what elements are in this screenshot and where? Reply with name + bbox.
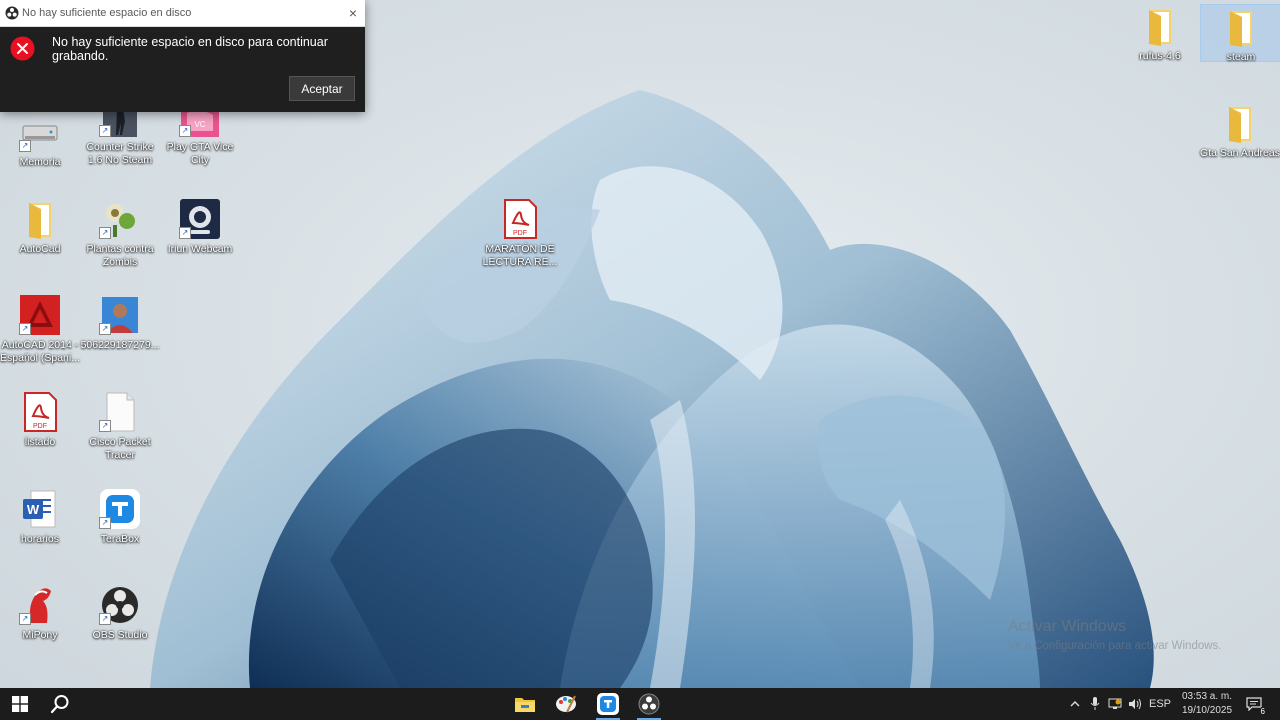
desktop-icon-gta-san-andreas[interactable]: Gta San Andreas xyxy=(1200,103,1280,160)
plants-vs-zombies-icon: ↗ xyxy=(99,199,141,239)
desktop-icon-horarios[interactable]: W horarios xyxy=(0,489,80,546)
desktop-icon-label: 506229187279... xyxy=(80,339,160,351)
svg-text:W: W xyxy=(27,502,40,517)
terabox-icon xyxy=(597,693,619,715)
taskbar-file-explorer[interactable] xyxy=(505,688,545,720)
microphone-button[interactable] xyxy=(1086,688,1104,720)
input-language[interactable]: ESP xyxy=(1148,688,1172,720)
desktop-icon-label: Plantas contra Zombis xyxy=(86,243,154,268)
desktop-icon-listado[interactable]: PDF listado xyxy=(0,392,80,449)
watermark-subtitle: Ve a Configuración para activar Windows. xyxy=(1008,640,1222,652)
desktop-icon-label: AutoCad xyxy=(19,243,61,255)
desktop-icon-autocad-folder[interactable]: AutoCad xyxy=(0,199,80,256)
desktop-icon-label: MiPony xyxy=(22,629,58,641)
desktop-icon-maraton-pdf[interactable]: PDF MARATÓN DE LECTURA RE... xyxy=(480,199,560,269)
desktop-icon-label: MARATÓN DE LECTURA RE... xyxy=(482,243,558,268)
microphone-icon xyxy=(1090,697,1100,710)
desktop-icon-autocad-2014[interactable]: ↗ AutoCAD 2014 - Español (Spani... xyxy=(0,295,80,365)
folder-icon xyxy=(1219,103,1261,143)
clock-time: 03:53 a. m. xyxy=(1181,691,1233,702)
dialog-titlebar[interactable]: No hay suficiente espacio en disco × xyxy=(0,0,365,27)
dialog-message: No hay suficiente espacio en disco para … xyxy=(52,35,328,63)
blank-file-icon: ↗ xyxy=(99,392,141,432)
disk-space-error-dialog: No hay suficiente espacio en disco × No … xyxy=(0,0,365,112)
ok-button[interactable]: Aceptar xyxy=(289,76,355,101)
desktop-icon-plantas-contra-zombis[interactable]: ↗ Plantas contra Zombis xyxy=(80,199,160,269)
chevron-up-icon xyxy=(1070,701,1080,707)
volume-button[interactable] xyxy=(1126,688,1144,720)
show-hidden-icons-button[interactable] xyxy=(1066,688,1084,720)
terabox-icon: ↗ xyxy=(99,489,141,529)
desktop-icon-obs-studio[interactable]: ↗ OBS Studio xyxy=(80,585,160,642)
desktop-icon-label: rufus-4.6 xyxy=(1139,50,1181,62)
clock-date: 19/10/2025 xyxy=(1181,705,1233,716)
desktop-icon-counter-strike[interactable]: ↗ Counter Strike 1.6 No Steam xyxy=(80,105,160,167)
webcam-icon: ↗ xyxy=(179,199,221,239)
desktop-icon-label: OBS Studio xyxy=(92,629,148,641)
desktop-icon-label: TeraBox xyxy=(100,533,140,545)
paint-icon xyxy=(556,695,576,713)
taskbar: ESP 03:53 a. m. 19/10/2025 6 xyxy=(0,688,1280,720)
desktop-icon-label: Play GTA Vice City xyxy=(166,141,234,166)
svg-text:PDF: PDF xyxy=(33,423,47,430)
file-explorer-icon xyxy=(515,698,535,712)
svg-text:VC: VC xyxy=(194,120,205,129)
desktop-icon-steam[interactable]: steam xyxy=(1200,4,1280,63)
desktop-icon-iriun-webcam[interactable]: ↗ Iriun Webcam xyxy=(160,199,240,256)
activation-watermark: Activar Windows Ve a Configuración para … xyxy=(1008,618,1222,652)
folder-icon xyxy=(1220,7,1262,47)
taskbar-paint[interactable] xyxy=(546,688,586,720)
mipony-icon: ↗ xyxy=(19,585,61,625)
notification-center-button[interactable]: 6 xyxy=(1240,688,1268,720)
photo-icon: ↗ xyxy=(99,295,141,335)
desktop-icon-label: listado xyxy=(24,436,56,448)
system-clock[interactable]: 03:53 a. m. 19/10/2025 xyxy=(1180,690,1234,718)
desktop-icon-label: AutoCAD 2014 - Español (Spani... xyxy=(0,339,80,364)
obs-icon: ↗ xyxy=(99,585,141,625)
taskbar-obs-studio[interactable] xyxy=(629,688,669,720)
desktop-icon-label: Cisco Packet Tracer xyxy=(89,436,151,461)
desktop-icon-label: steam xyxy=(1226,51,1256,63)
windows-icon xyxy=(12,696,28,712)
desktop-icon-mipony[interactable]: ↗ MiPony xyxy=(0,585,80,642)
desktop-icon-terabox[interactable]: ↗ TeraBox xyxy=(80,489,160,546)
search-button[interactable] xyxy=(40,688,80,720)
drive-icon: ↗ xyxy=(19,112,61,152)
start-button[interactable] xyxy=(0,688,40,720)
speaker-icon xyxy=(1129,698,1141,710)
desktop-icon-label: Memoria xyxy=(19,156,61,168)
network-icon xyxy=(1108,698,1122,709)
pdf-icon: PDF xyxy=(19,392,61,432)
word-icon: W xyxy=(19,489,61,529)
desktop-icon-label: Gta San Andreas xyxy=(1200,147,1280,159)
svg-text:PDF: PDF xyxy=(513,230,527,237)
notification-count-badge: 6 xyxy=(1260,707,1265,716)
folder-icon xyxy=(19,199,61,239)
network-button[interactable] xyxy=(1106,688,1124,720)
desktop-icon-photo[interactable]: ↗ 506229187279... xyxy=(80,295,160,352)
autocad-icon: ↗ xyxy=(19,295,61,335)
obs-icon xyxy=(5,6,19,20)
error-icon xyxy=(10,36,35,61)
desktop-icon-label: Counter Strike 1.6 No Steam xyxy=(86,141,154,166)
watermark-title: Activar Windows xyxy=(1008,618,1127,635)
search-icon xyxy=(50,695,69,714)
obs-icon xyxy=(638,693,660,715)
desktop-icon-cisco-packet-tracer[interactable]: ↗ Cisco Packet Tracer xyxy=(80,392,160,462)
desktop-icon-label: Iriun Webcam xyxy=(167,243,233,255)
desktop-icon-label: horarios xyxy=(21,533,59,545)
desktop-icon-gta-vice-city[interactable]: VC ↗ Play GTA Vice City xyxy=(160,105,240,167)
taskbar-terabox[interactable] xyxy=(588,688,628,720)
dialog-title: No hay suficiente espacio en disco xyxy=(22,7,192,19)
desktop-icon-memoria[interactable]: ↗ Memoria xyxy=(0,112,80,169)
folder-icon xyxy=(1139,6,1181,46)
pdf-icon: PDF xyxy=(499,199,541,239)
close-icon[interactable]: × xyxy=(349,0,357,26)
desktop-icon-rufus[interactable]: rufus-4.6 xyxy=(1120,6,1200,63)
